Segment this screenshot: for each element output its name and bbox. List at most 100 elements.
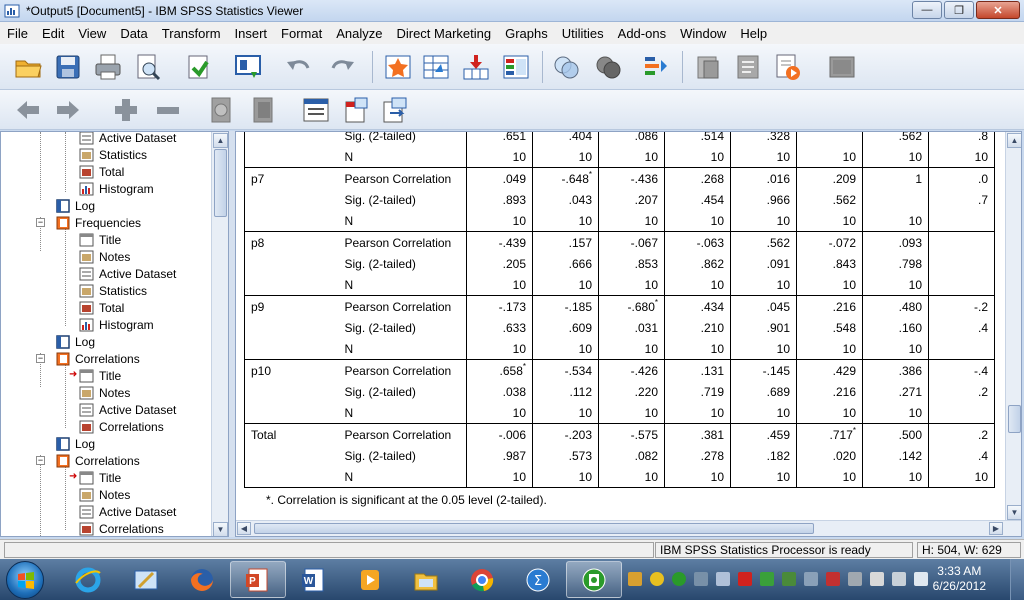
menu-direct-marketing[interactable]: Direct Marketing	[389, 26, 498, 41]
demote-icon[interactable]	[52, 94, 84, 126]
media-player-icon[interactable]	[342, 561, 398, 598]
designate-window-icon[interactable]	[692, 51, 724, 83]
tree-item-active-dataset[interactable]: Active Dataset	[79, 132, 176, 146]
collapse-correlations-toggle[interactable]: −	[36, 456, 45, 465]
redo-icon[interactable]	[327, 51, 359, 83]
insert-title-icon[interactable]	[340, 94, 372, 126]
tree-item-notes[interactable]: Notes	[79, 486, 130, 503]
goto-case-icon[interactable]	[382, 51, 414, 83]
chrome-icon[interactable]	[454, 561, 510, 598]
tree-item-log[interactable]: Log	[55, 333, 95, 350]
tree-item-notes[interactable]: Notes	[79, 384, 130, 401]
tray-app-icon[interactable]	[782, 572, 796, 586]
expand-icon[interactable]	[110, 94, 142, 126]
export-icon[interactable]	[182, 51, 214, 83]
outline-scrollbar[interactable]: ▲ ▼	[211, 132, 228, 536]
scroll-up-arrow-icon[interactable]: ▲	[1007, 133, 1021, 148]
tray-app-icon[interactable]	[650, 572, 664, 586]
scroll-left-arrow-icon[interactable]: ◀	[237, 522, 251, 535]
weight-cases-icon[interactable]	[592, 51, 624, 83]
insert-heading-icon[interactable]	[300, 94, 332, 126]
tree-item-histogram[interactable]: Histogram	[79, 316, 154, 333]
tree-item-log[interactable]: Log	[55, 435, 95, 452]
show-icon[interactable]	[206, 94, 238, 126]
menu-window[interactable]: Window	[673, 26, 733, 41]
close-button[interactable]: ✕	[976, 1, 1020, 19]
scroll-down-arrow-icon[interactable]: ▼	[1007, 505, 1021, 520]
recall-dialog-icon[interactable]	[232, 51, 264, 83]
tree-item-correlations-table[interactable]: Correlations	[79, 520, 164, 536]
tree-item-correlations[interactable]: Correlations	[55, 350, 140, 367]
tree-item-total[interactable]: Total	[79, 299, 124, 316]
menu-utilities[interactable]: Utilities	[555, 26, 611, 41]
undo-icon[interactable]	[282, 51, 314, 83]
run-script-icon[interactable]	[826, 51, 858, 83]
content-vertical-scrollbar[interactable]: ▲ ▼	[1005, 132, 1021, 521]
scroll-right-arrow-icon[interactable]: ▶	[989, 522, 1003, 535]
tree-item-active-dataset[interactable]: Active Dataset	[79, 503, 176, 520]
action-center-icon[interactable]	[892, 572, 906, 586]
content-horizontal-scrollbar[interactable]: ◀ ▶	[236, 520, 1021, 536]
tray-app-icon[interactable]	[760, 572, 774, 586]
promote-icon[interactable]	[12, 94, 44, 126]
tray-app-icon[interactable]	[672, 572, 686, 586]
output-content-pane[interactable]: Sig. (2-tailed) .651.404.086.514.328.562.…	[235, 131, 1022, 537]
scroll-up-arrow-icon[interactable]: ▲	[213, 133, 228, 148]
value-labels-icon[interactable]	[640, 51, 672, 83]
tree-item-statistics[interactable]: Statistics	[79, 146, 147, 163]
tray-app-icon[interactable]	[738, 572, 752, 586]
tree-item-title[interactable]: Title	[79, 469, 121, 486]
tree-item-active-dataset[interactable]: Active Dataset	[79, 265, 176, 282]
tree-item-statistics[interactable]: Statistics	[79, 282, 147, 299]
tree-item-title[interactable]: Title	[79, 367, 121, 384]
volume-icon[interactable]	[914, 572, 928, 586]
tray-app-icon[interactable]	[694, 572, 708, 586]
menu-insert[interactable]: Insert	[228, 26, 275, 41]
taskbar-clock[interactable]: 3:33 AM 6/26/2012	[933, 564, 986, 594]
collapse-icon[interactable]	[152, 94, 184, 126]
scroll-down-arrow-icon[interactable]: ▼	[213, 522, 228, 536]
show-desktop-button[interactable]	[1010, 559, 1024, 600]
tree-item-log[interactable]: Log	[55, 197, 95, 214]
output-document-icon[interactable]	[732, 51, 764, 83]
tree-item-active-dataset[interactable]: Active Dataset	[79, 401, 176, 418]
ie-icon[interactable]	[60, 561, 116, 598]
tray-app-icon[interactable]	[716, 572, 730, 586]
menu-analyze[interactable]: Analyze	[329, 26, 389, 41]
script-icon[interactable]	[772, 51, 804, 83]
tree-item-total[interactable]: Total	[79, 163, 124, 180]
outline-scroll-thumb[interactable]	[214, 149, 227, 217]
menu-edit[interactable]: Edit	[35, 26, 71, 41]
select-cases-icon[interactable]	[550, 51, 582, 83]
tree-item-frequencies[interactable]: Frequencies	[55, 214, 141, 231]
start-button[interactable]	[6, 561, 44, 599]
collapse-correlations-toggle[interactable]: −	[36, 354, 45, 363]
paint-icon[interactable]	[118, 561, 174, 598]
goto-variable-icon[interactable]	[460, 51, 492, 83]
tray-app-icon[interactable]	[628, 572, 642, 586]
save-icon[interactable]	[52, 51, 84, 83]
horizontal-scroll-thumb[interactable]	[254, 523, 814, 534]
tree-item-title[interactable]: Title	[79, 231, 121, 248]
outline-pane[interactable]: Active Dataset Statistics Total Histogra…	[0, 131, 229, 537]
menu-data[interactable]: Data	[113, 26, 154, 41]
print-icon[interactable]	[92, 51, 124, 83]
firefox-icon[interactable]	[174, 561, 230, 598]
print-preview-icon[interactable]	[132, 51, 164, 83]
tree-item-correlations[interactable]: Correlations	[55, 452, 140, 469]
tray-app-icon[interactable]	[826, 572, 840, 586]
power-icon[interactable]	[870, 572, 884, 586]
menu-format[interactable]: Format	[274, 26, 329, 41]
sigma-icon[interactable]: Σ	[510, 561, 566, 598]
minimize-button[interactable]: —	[912, 1, 942, 19]
menu-view[interactable]: View	[71, 26, 113, 41]
content-scroll-thumb[interactable]	[1008, 405, 1021, 433]
tree-item-histogram[interactable]: Histogram	[79, 180, 154, 197]
menu-transform[interactable]: Transform	[155, 26, 228, 41]
tree-item-correlations-table[interactable]: Correlations	[79, 418, 164, 435]
variables-icon[interactable]	[500, 51, 532, 83]
spss-icon[interactable]	[566, 561, 622, 598]
collapse-frequencies-toggle[interactable]: −	[36, 218, 45, 227]
menu-graphs[interactable]: Graphs	[498, 26, 555, 41]
tray-app-icon[interactable]	[804, 572, 818, 586]
